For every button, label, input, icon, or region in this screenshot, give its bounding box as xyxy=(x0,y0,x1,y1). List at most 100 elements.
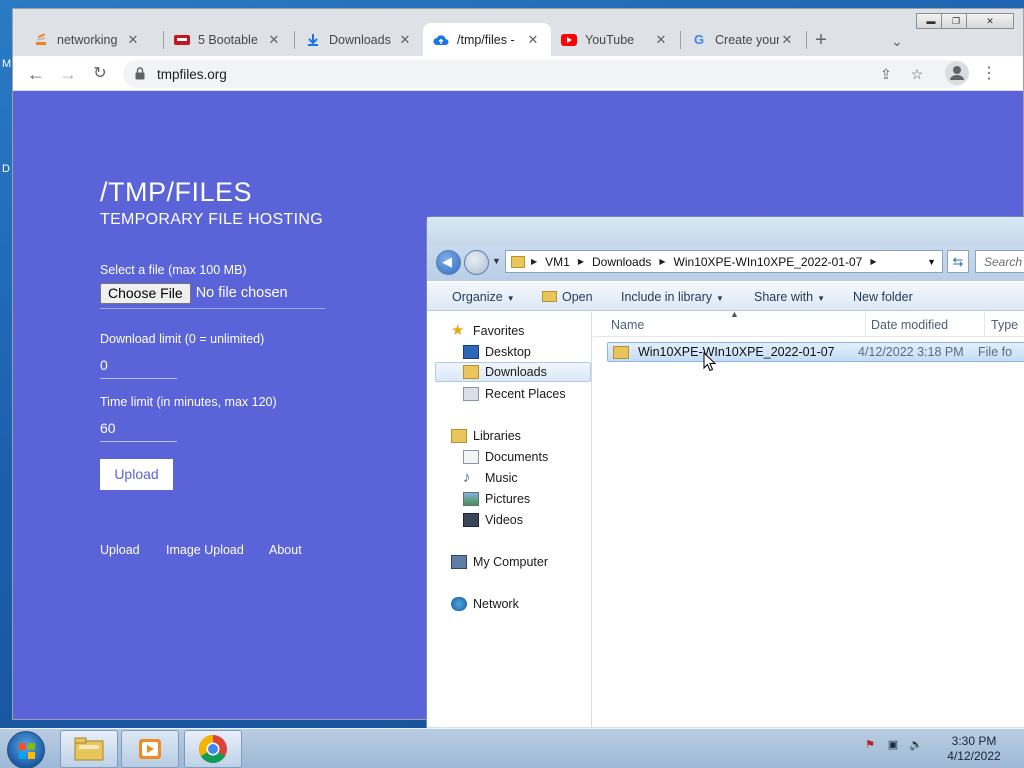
close-window-button[interactable]: ✕ xyxy=(966,13,1014,29)
tab-bootable[interactable]: 5 Bootable ✕ xyxy=(164,23,292,56)
footer-link-image-upload[interactable]: Image Upload xyxy=(166,543,244,557)
upload-button[interactable]: Upload xyxy=(100,459,173,490)
share-with-button[interactable]: Share with ▼ xyxy=(754,290,825,304)
taskbar-explorer-button[interactable] xyxy=(60,730,118,768)
file-list: ▲ Name Date modified Type Win10XPE-WIn10… xyxy=(593,309,1024,727)
desktop-icon-label[interactable]: M xyxy=(2,58,11,70)
column-divider[interactable] xyxy=(984,311,985,337)
time-limit-input[interactable]: 60 xyxy=(100,418,177,442)
network-icon xyxy=(451,597,467,611)
folder-icon xyxy=(613,345,629,359)
system-clock[interactable]: 3:30 PM 4/12/2022 xyxy=(930,734,1018,764)
tree-item-downloads[interactable]: Downloads xyxy=(435,362,591,382)
site-title: /TMP/FILES xyxy=(100,177,253,207)
tree-favorites[interactable]: ★ Favorites xyxy=(451,321,524,341)
tab-title: Downloads xyxy=(329,32,391,47)
tab-downloads[interactable]: Downloads ✕ xyxy=(295,23,423,56)
file-type: File fo xyxy=(978,345,1013,359)
tree-item-documents[interactable]: Documents xyxy=(463,447,548,467)
url-text[interactable]: tmpfiles.org xyxy=(157,67,227,82)
taskbar-chrome-button[interactable] xyxy=(184,730,242,768)
breadcrumb-current-folder[interactable]: Win10XPE-WIn10XPE_2022-01-07 xyxy=(668,255,869,269)
explorer-search-input[interactable]: Search xyxy=(975,250,1024,273)
tree-libraries[interactable]: Libraries xyxy=(451,426,521,446)
tree-label: Favorites xyxy=(473,324,525,338)
profile-avatar[interactable] xyxy=(945,61,969,85)
tree-item-desktop[interactable]: Desktop xyxy=(463,342,531,362)
tree-item-recent-places[interactable]: Recent Places xyxy=(463,384,566,404)
new-folder-button[interactable]: New folder xyxy=(853,290,913,304)
time-limit-label: Time limit (in minutes, max 120) xyxy=(100,395,277,409)
include-in-library-button[interactable]: Include in library ▼ xyxy=(621,290,724,304)
breadcrumb-arrow-icon[interactable]: ▶ xyxy=(868,257,878,266)
close-tab-icon[interactable]: ✕ xyxy=(653,32,669,48)
download-limit-input[interactable]: 0 xyxy=(100,355,177,379)
reload-button[interactable]: ↻ xyxy=(86,60,114,88)
column-type[interactable]: Type xyxy=(991,318,1018,332)
tree-label: My Computer xyxy=(473,555,549,569)
file-input[interactable]: Choose File No file chosen xyxy=(100,283,325,309)
breadcrumb-vm1[interactable]: VM1 xyxy=(539,255,576,269)
new-tab-button[interactable]: + xyxy=(807,27,835,55)
share-icon[interactable]: ⇪ xyxy=(876,64,896,84)
explorer-address-bar[interactable]: ▶ VM1 ▶ Downloads ▶ Win10XPE-WIn10XPE_20… xyxy=(505,250,943,273)
volume-icon[interactable]: 🔈 xyxy=(908,737,924,753)
refresh-icon[interactable]: ⇆ xyxy=(947,250,969,273)
explorer-titlebar[interactable] xyxy=(427,217,1024,245)
tab-youtube[interactable]: YouTube ✕ xyxy=(551,23,679,56)
tab-google[interactable]: G Create your ✕ xyxy=(681,23,805,56)
lock-icon[interactable] xyxy=(135,67,145,80)
site-subtitle: TEMPORARY FILE HOSTING xyxy=(100,211,323,228)
breadcrumb-downloads[interactable]: Downloads xyxy=(586,255,657,269)
tree-my-computer[interactable]: My Computer xyxy=(451,552,548,572)
choose-file-button[interactable]: Choose File xyxy=(100,283,191,304)
tree-item-pictures[interactable]: Pictures xyxy=(463,489,530,509)
action-center-flag-icon[interactable]: ⚑ xyxy=(862,737,878,753)
open-button[interactable]: Open xyxy=(542,290,593,304)
organize-button[interactable]: Organize ▼ xyxy=(452,290,515,304)
breadcrumb-arrow-icon[interactable]: ▶ xyxy=(576,257,586,266)
open-folder-icon xyxy=(542,291,557,302)
chevron-down-icon: ▼ xyxy=(817,294,825,303)
menu-icon[interactable]: ⋮ xyxy=(979,60,999,88)
command-bar: Organize ▼ Open Include in library ▼ Share… xyxy=(427,281,1024,311)
forward-button[interactable]: → xyxy=(54,60,82,88)
explorer-back-button[interactable]: ◀ xyxy=(436,250,461,275)
tree-network[interactable]: Network xyxy=(451,594,519,614)
footer-link-upload[interactable]: Upload xyxy=(100,543,140,557)
history-dropdown-icon[interactable]: ▼ xyxy=(492,256,501,266)
column-date-modified[interactable]: Date modified xyxy=(871,318,948,332)
tab-networking[interactable]: networking ✕ xyxy=(23,23,151,56)
share-label: Share with xyxy=(754,290,814,304)
tab-search-button[interactable]: ⌄ xyxy=(883,27,911,55)
explorer-nav-bar: ◀ ▼ ▶ VM1 ▶ Downloads ▶ Win10XPE-WIn10XP… xyxy=(427,245,1024,281)
network-status-icon[interactable]: ▣ xyxy=(885,737,901,753)
address-dropdown-icon[interactable]: ▼ xyxy=(921,257,942,267)
column-name[interactable]: Name xyxy=(611,318,644,332)
bookmark-star-icon[interactable]: ☆ xyxy=(907,64,927,84)
tree-item-videos[interactable]: Videos xyxy=(463,510,523,530)
chevron-down-icon: ▼ xyxy=(716,294,724,303)
taskbar-media-button[interactable] xyxy=(121,730,179,768)
start-button[interactable] xyxy=(7,731,45,768)
tree-item-music[interactable]: ♪ Music xyxy=(463,468,518,488)
breadcrumb-arrow-icon[interactable]: ▶ xyxy=(529,257,539,266)
tab-title: YouTube xyxy=(585,32,635,47)
close-tab-icon[interactable]: ✕ xyxy=(125,32,141,48)
tab-tmpfiles[interactable]: /tmp/files - ✕ xyxy=(423,23,551,56)
close-tab-icon[interactable]: ✕ xyxy=(266,32,282,48)
close-tab-icon[interactable]: ✕ xyxy=(525,32,541,48)
close-tab-icon[interactable]: ✕ xyxy=(397,32,413,48)
close-tab-icon[interactable]: ✕ xyxy=(779,32,795,48)
navigation-pane: ★ Favorites Desktop Downloads Recent Pla… xyxy=(427,311,592,727)
file-row[interactable]: Win10XPE-WIn10XPE_2022-01-07 4/12/2022 3… xyxy=(607,342,1024,362)
back-button[interactable]: ← xyxy=(22,60,50,88)
desktop-icon-label[interactable]: D xyxy=(2,163,10,175)
breadcrumb-arrow-icon[interactable]: ▶ xyxy=(657,257,667,266)
chevron-down-icon: ▼ xyxy=(506,294,515,303)
address-bar[interactable]: tmpfiles.org ⇪ ☆ xyxy=(123,60,967,88)
explorer-window: ◀ ▼ ▶ VM1 ▶ Downloads ▶ Win10XPE-WIn10XP… xyxy=(426,216,1024,736)
footer-link-about[interactable]: About xyxy=(269,543,302,557)
explorer-forward-button[interactable] xyxy=(464,250,489,275)
column-divider[interactable] xyxy=(865,311,866,337)
